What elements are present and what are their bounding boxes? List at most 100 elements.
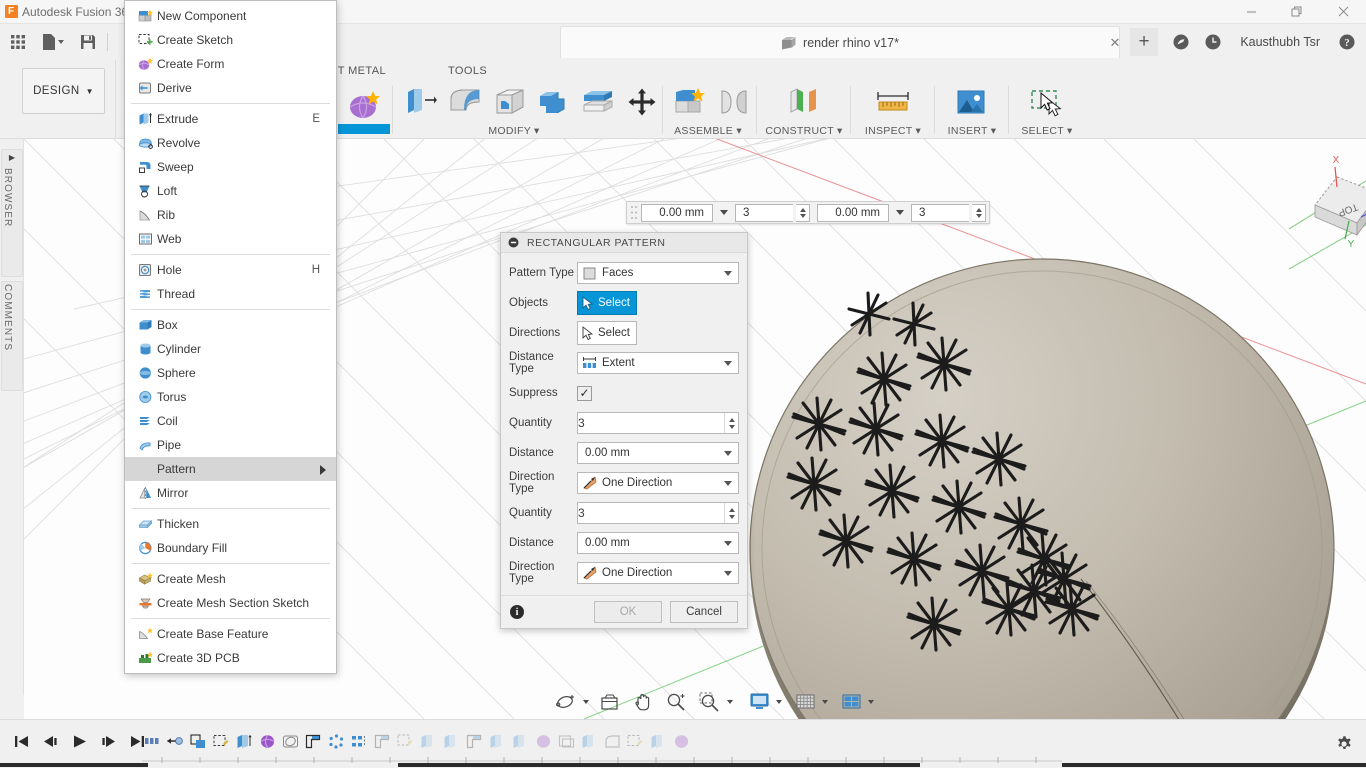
- grid-snaps-dropdown-icon[interactable]: [822, 700, 828, 704]
- cancel-button[interactable]: Cancel: [670, 601, 738, 623]
- menu-item-loft[interactable]: Loft: [125, 179, 336, 203]
- quantity-2-stepper[interactable]: [724, 503, 738, 523]
- menu-item-pattern[interactable]: Pattern: [125, 457, 336, 481]
- orbit-icon[interactable]: [553, 690, 579, 714]
- minimize-button[interactable]: [1228, 0, 1274, 24]
- new-file-icon[interactable]: [36, 28, 70, 56]
- menu-item-create-mesh-section-sketch[interactable]: Create Mesh Section Sketch: [125, 591, 336, 615]
- distance-1-input[interactable]: 0.00 mm: [577, 442, 739, 464]
- form-feature-icon[interactable]: [671, 729, 691, 753]
- sketch-feature-icon[interactable]: [625, 729, 645, 753]
- menu-item-sweep[interactable]: Sweep: [125, 155, 336, 179]
- menu-item-extrude[interactable]: Extrude E: [125, 107, 336, 131]
- move-copy-button[interactable]: [616, 82, 668, 122]
- suppress-checkbox[interactable]: ✓: [577, 385, 592, 401]
- menu-item-revolve[interactable]: Revolve: [125, 131, 336, 155]
- sketch-feature-icon[interactable]: [211, 729, 231, 753]
- collapse-icon[interactable]: [508, 237, 519, 248]
- measure-button[interactable]: [867, 82, 919, 122]
- browser-panel-tab[interactable]: ▶ BROWSER: [1, 149, 23, 277]
- press-pull-button[interactable]: [394, 82, 446, 122]
- menu-item-create-base-feature[interactable]: Create Base Feature: [125, 622, 336, 646]
- job-status-icon[interactable]: [1166, 27, 1196, 57]
- extrude-feature-icon[interactable]: [441, 729, 461, 753]
- construct-plane-button[interactable]: [778, 82, 830, 122]
- menu-item-pipe[interactable]: Pipe: [125, 433, 336, 457]
- menu-item-torus[interactable]: Torus: [125, 385, 336, 409]
- construct-panel-label[interactable]: CONSTRUCT ▾: [758, 125, 850, 137]
- select-panel-label[interactable]: SELECT ▾: [1010, 125, 1084, 137]
- extrude-feature-icon[interactable]: [487, 729, 507, 753]
- maximize-button[interactable]: [1274, 0, 1320, 24]
- viewports-icon[interactable]: [840, 690, 864, 714]
- extrude-feature-icon[interactable]: [234, 729, 254, 753]
- menu-item-derive[interactable]: Derive: [125, 76, 336, 100]
- vb-distance-2[interactable]: 0.00 mm: [817, 203, 889, 222]
- menu-item-mirror[interactable]: Mirror: [125, 481, 336, 505]
- plane-feature-icon[interactable]: [303, 729, 323, 753]
- display-settings-dropdown-icon[interactable]: [776, 700, 782, 704]
- recent-activity-icon[interactable]: [1198, 27, 1228, 57]
- menu-item-create-mesh[interactable]: Create Mesh: [125, 567, 336, 591]
- app-grid-icon[interactable]: [4, 28, 32, 56]
- vb-distance-1-dropdown-icon[interactable]: [716, 204, 732, 222]
- objects-select-button[interactable]: Select: [577, 291, 637, 315]
- comments-panel-tab[interactable]: COMMENTS: [1, 281, 23, 391]
- pattern-feature-icon[interactable]: [395, 729, 415, 753]
- modify-panel-label[interactable]: MODIFY ▾: [454, 125, 574, 137]
- menu-item-cylinder[interactable]: Cylinder: [125, 337, 336, 361]
- sketch-feature-icon[interactable]: [188, 729, 208, 753]
- horizontal-scrollbar[interactable]: [0, 763, 1366, 768]
- form-feature-icon[interactable]: [257, 729, 277, 753]
- zoom-icon[interactable]: [664, 690, 688, 714]
- direction-type-2-dropdown[interactable]: One Direction: [577, 562, 739, 584]
- vb-quantity-2[interactable]: 3: [911, 203, 969, 222]
- document-settings-icon[interactable]: [142, 729, 162, 753]
- quantity-1-input[interactable]: 3: [577, 412, 739, 434]
- new-document-tab-button[interactable]: +: [1130, 28, 1158, 56]
- zoom-window-icon[interactable]: [697, 690, 723, 714]
- pattern-type-dropdown[interactable]: Faces: [577, 262, 739, 284]
- viewports-dropdown-icon[interactable]: [868, 700, 874, 704]
- fillet-feature-icon[interactable]: [602, 729, 622, 753]
- inspect-panel-label[interactable]: INSPECT ▾: [852, 125, 934, 137]
- go-to-beginning-button[interactable]: [8, 729, 34, 753]
- vb-distance-2-dropdown-icon[interactable]: [892, 204, 908, 222]
- user-name[interactable]: Kausthubh Tsr: [1230, 35, 1330, 49]
- plane-feature-icon[interactable]: [372, 729, 392, 753]
- insert-panel-label[interactable]: INSERT ▾: [936, 125, 1008, 137]
- pattern-feature-icon[interactable]: [326, 729, 346, 753]
- assemble-panel-label[interactable]: ASSEMBLE ▾: [664, 125, 752, 137]
- directions-select-button[interactable]: Select: [577, 321, 637, 345]
- workspace-switcher[interactable]: DESIGN ▼: [22, 68, 105, 114]
- chevron-down-icon[interactable]: [724, 451, 732, 456]
- zoom-window-dropdown-icon[interactable]: [727, 700, 733, 704]
- direction-type-1-dropdown[interactable]: One Direction: [577, 472, 739, 494]
- extrude-feature-icon[interactable]: [648, 729, 668, 753]
- timeline-settings-button[interactable]: [1332, 732, 1356, 756]
- menu-item-create-form[interactable]: Create Form: [125, 52, 336, 76]
- distance-2-input[interactable]: 0.00 mm: [577, 532, 739, 554]
- drag-grip-icon[interactable]: [630, 204, 638, 221]
- named-view-icon[interactable]: [165, 729, 185, 753]
- menu-item-create-sketch[interactable]: Create Sketch: [125, 28, 336, 52]
- thicken-feature-icon[interactable]: [280, 729, 300, 753]
- quantity-2-input[interactable]: 3: [577, 502, 739, 524]
- extrude-feature-icon[interactable]: [510, 729, 530, 753]
- chevron-down-icon[interactable]: [724, 541, 732, 546]
- menu-item-rib[interactable]: Rib: [125, 203, 336, 227]
- dialog-header[interactable]: RECTANGULAR PATTERN: [501, 233, 747, 253]
- grid-snaps-icon[interactable]: [794, 690, 818, 714]
- plane-feature-icon[interactable]: [464, 729, 484, 753]
- close-button[interactable]: [1320, 0, 1366, 24]
- vb-quantity-2-spinner[interactable]: [972, 203, 986, 222]
- pan-icon[interactable]: [631, 690, 655, 714]
- step-forward-button[interactable]: [95, 729, 121, 753]
- create-form-button[interactable]: [338, 85, 390, 125]
- vb-quantity-1-spinner[interactable]: [796, 203, 810, 222]
- menu-item-web[interactable]: Web: [125, 227, 336, 251]
- ok-button[interactable]: OK: [594, 601, 662, 623]
- menu-item-hole[interactable]: Hole H: [125, 258, 336, 282]
- form-feature-icon[interactable]: [533, 729, 553, 753]
- vb-quantity-1[interactable]: 3: [735, 203, 793, 222]
